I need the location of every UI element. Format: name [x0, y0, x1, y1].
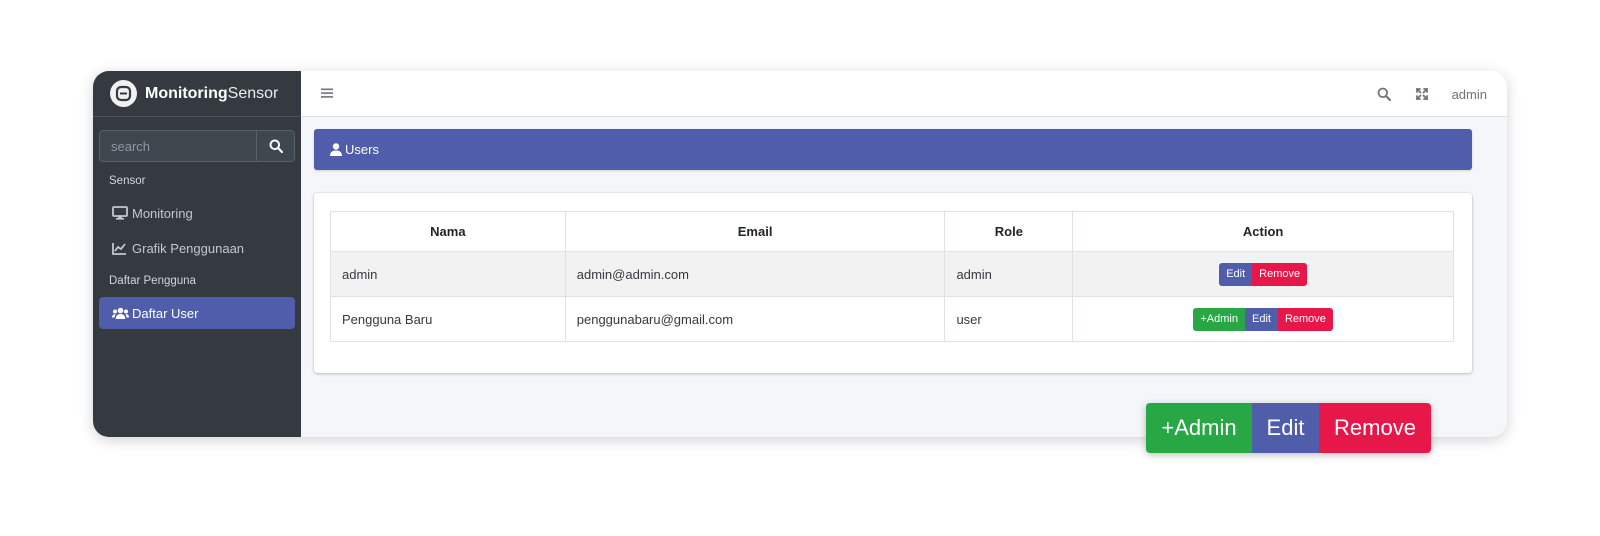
- user-menu[interactable]: admin: [1452, 87, 1487, 102]
- remove-button[interactable]: Remove: [1252, 262, 1308, 286]
- table-row: Pengguna Baru penggunabaru@gmail.com use…: [330, 296, 1454, 342]
- search-input[interactable]: [99, 130, 256, 162]
- cell-email: penggunabaru@gmail.com: [564, 296, 946, 342]
- column-header-email: Email: [564, 211, 946, 252]
- action-button-group: +Admin Edit Remove: [1193, 307, 1333, 331]
- zoomed-remove-button[interactable]: Remove: [1319, 403, 1431, 453]
- brand-name-light: Sensor: [227, 84, 279, 102]
- brand[interactable]: MonitoringSensor: [93, 71, 301, 117]
- table-row: admin admin@admin.com admin Edit Remove: [330, 251, 1454, 297]
- app-window: MonitoringSensor Sensor Monitoring: [93, 71, 1507, 437]
- sidebar-item-grafik-penggunaan[interactable]: Grafik Penggunaan: [99, 232, 295, 264]
- zoomed-action-buttons: +Admin Edit Remove: [1146, 403, 1431, 453]
- navbar-search-icon[interactable]: [1376, 86, 1392, 102]
- remove-button[interactable]: Remove: [1277, 307, 1333, 331]
- cell-nama: admin: [330, 251, 566, 297]
- top-navbar: admin: [301, 71, 1507, 117]
- page-title: Users: [314, 129, 1472, 170]
- users-card: Nama Email Role Action admin admin@admin…: [314, 193, 1472, 373]
- sidebar: MonitoringSensor Sensor Monitoring: [93, 71, 301, 437]
- menu-toggle-icon[interactable]: [320, 86, 334, 100]
- search-icon: [269, 139, 283, 153]
- edit-button[interactable]: Edit: [1219, 262, 1253, 286]
- column-header-role: Role: [944, 211, 1074, 252]
- sidebar-search: [99, 130, 295, 162]
- chart-line-icon: [112, 242, 130, 255]
- navbar-right: admin: [1376, 71, 1487, 117]
- cell-action: +Admin Edit Remove: [1072, 296, 1454, 342]
- fullscreen-icon[interactable]: [1414, 86, 1430, 102]
- brand-name: MonitoringSensor: [145, 85, 278, 103]
- cell-action: Edit Remove: [1072, 251, 1454, 297]
- cell-email: admin@admin.com: [564, 251, 946, 297]
- cell-role: admin: [944, 251, 1074, 297]
- action-button-group: Edit Remove: [1219, 262, 1308, 286]
- table-header-row: Nama Email Role Action: [330, 211, 1454, 252]
- users-icon: [112, 307, 130, 320]
- sidebar-item-label: Grafik Penggunaan: [132, 240, 245, 256]
- column-header-action: Action: [1072, 211, 1454, 252]
- sidebar-item-label: Daftar User: [132, 305, 199, 321]
- users-table: Nama Email Role Action admin admin@admin…: [330, 211, 1454, 342]
- zoomed-make-admin-button[interactable]: +Admin: [1146, 403, 1252, 453]
- edit-button[interactable]: Edit: [1244, 307, 1278, 331]
- zoomed-edit-button[interactable]: Edit: [1252, 403, 1319, 453]
- column-header-nama: Nama: [330, 211, 566, 252]
- nav-header-daftar-pengguna: Daftar Pengguna: [109, 275, 196, 287]
- sidebar-item-monitoring[interactable]: Monitoring: [99, 197, 295, 229]
- search-button[interactable]: [256, 130, 295, 162]
- page-title-text: Users: [345, 142, 379, 157]
- brand-logo-icon: [110, 80, 137, 107]
- make-admin-button[interactable]: +Admin: [1193, 307, 1245, 331]
- nav-header-sensor: Sensor: [109, 175, 146, 187]
- brand-name-bold: Monitoring: [145, 84, 228, 102]
- desktop-icon: [112, 206, 130, 220]
- cell-role: user: [944, 296, 1074, 342]
- sidebar-item-daftar-user[interactable]: Daftar User: [99, 297, 295, 329]
- sidebar-item-label: Monitoring: [132, 205, 193, 221]
- user-icon: [330, 143, 342, 156]
- cell-nama: Pengguna Baru: [330, 296, 566, 342]
